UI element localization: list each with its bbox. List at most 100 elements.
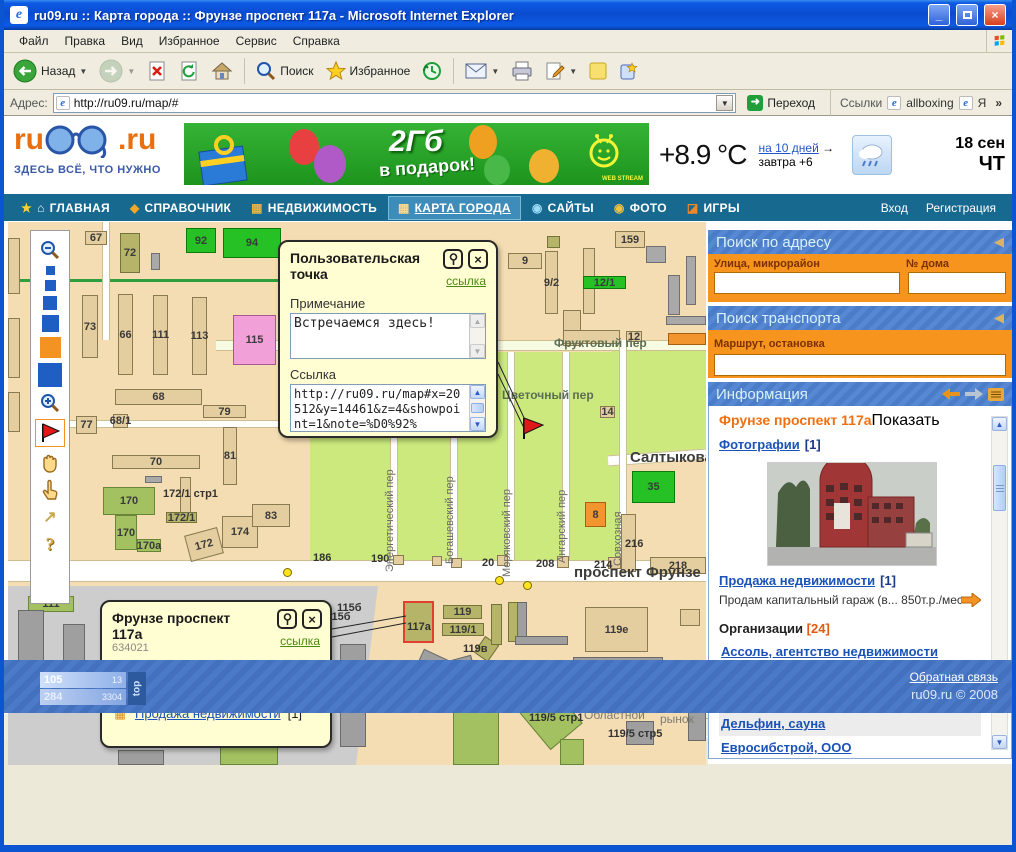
close-popup-button[interactable]: ×: [468, 249, 488, 269]
links-overflow[interactable]: »: [991, 96, 1006, 110]
go-button[interactable]: ➜ Переход: [741, 93, 821, 113]
help-tool[interactable]: ?: [38, 533, 62, 555]
favorites-button[interactable]: Избранное: [321, 58, 416, 84]
maximize-button[interactable]: [956, 4, 978, 26]
search-button[interactable]: Поиск: [251, 58, 318, 84]
nav-item[interactable]: ◉ФОТО: [605, 197, 676, 219]
nav-item[interactable]: ◉САЙТЫ: [523, 197, 603, 219]
window-titlebar[interactable]: e ru09.ru :: Карта города :: Фрунзе прос…: [4, 0, 1012, 30]
route-input[interactable]: [714, 354, 1006, 376]
mail-button[interactable]: ▼: [460, 60, 504, 82]
show-on-map-link[interactable]: Показать: [872, 412, 940, 429]
pin-popup-button[interactable]: [443, 249, 463, 269]
address-search-header[interactable]: Поиск по адресу ◀: [708, 230, 1012, 254]
map-building: 68: [115, 389, 202, 405]
list-icon[interactable]: [988, 388, 1004, 401]
realty-link[interactable]: Продажа недвижимости: [719, 573, 875, 588]
address-input[interactable]: e http://ru09.ru/map/# ▼: [53, 93, 737, 113]
nav-item[interactable]: ▦КАРТА ГОРОДА: [388, 196, 521, 220]
photos-link[interactable]: Фотографии: [719, 437, 800, 452]
org-link[interactable]: Дельфин, сауна: [721, 716, 825, 731]
links-ya[interactable]: Я: [978, 96, 987, 110]
zoom-level-4[interactable]: [42, 315, 59, 332]
feedback-link[interactable]: Обратная связь: [910, 670, 998, 684]
counter-logo[interactable]: top: [128, 672, 146, 705]
close-popup-button[interactable]: ×: [302, 609, 322, 629]
menu-view[interactable]: Вид: [114, 32, 150, 50]
popup-permalink[interactable]: ссылка: [280, 634, 320, 648]
stop-button[interactable]: [142, 58, 172, 84]
map-point-dot: [523, 581, 532, 590]
orgs-count: [24]: [807, 621, 830, 636]
nav-item[interactable]: ★⌂ГЛАВНАЯ: [12, 197, 119, 219]
forecast-link[interactable]: на 10 дней: [758, 141, 818, 155]
org-link[interactable]: Евросибстрой, ООО: [721, 740, 851, 755]
zoom-level-1[interactable]: [46, 266, 55, 275]
close-button[interactable]: ×: [984, 4, 1006, 26]
auth-link[interactable]: Регистрация: [926, 201, 996, 215]
scroll-up-button[interactable]: ▲: [992, 417, 1007, 431]
menu-edit[interactable]: Правка: [58, 32, 113, 50]
back-button[interactable]: Назад▼: [8, 56, 92, 86]
messenger-button[interactable]: [614, 58, 644, 84]
zoom-level-3[interactable]: [43, 296, 57, 310]
house-field-label: № дома: [906, 258, 1006, 270]
add-point-tool-selected[interactable]: [35, 419, 65, 447]
pan-hand-tool[interactable]: [38, 452, 62, 474]
url-textarea[interactable]: http://ru09.ru/map#x=20512&y=14461&z=4&s…: [290, 384, 486, 432]
links-allboxing[interactable]: allboxing: [906, 96, 953, 110]
house-input[interactable]: [908, 272, 1006, 294]
popup-permalink[interactable]: ссылка: [446, 274, 486, 288]
zoom-level-5-current[interactable]: [40, 337, 61, 358]
pin-popup-button[interactable]: [277, 609, 297, 629]
share-arrow-tool[interactable]: ↗: [38, 506, 62, 528]
hit-counter[interactable]: 10513 2843304: [40, 672, 126, 706]
transport-search-header[interactable]: Поиск транспорта ◀: [708, 306, 1012, 330]
transport-search-panel: Маршрут, остановка: [708, 330, 1012, 378]
history-button[interactable]: [417, 58, 447, 84]
address-dropdown-button[interactable]: ▼: [716, 95, 733, 111]
map-building: 77: [76, 416, 97, 434]
note-textarea[interactable]: Встречаемся здесь! ▲▼: [290, 313, 486, 359]
collapse-arrow-icon[interactable]: ◀: [994, 234, 1004, 250]
scroll-thumb[interactable]: [993, 465, 1006, 511]
nav-item[interactable]: ◆СПРАВОЧНИК: [121, 197, 240, 219]
zoom-in-button[interactable]: [38, 392, 62, 414]
map-building: [8, 238, 20, 294]
refresh-button[interactable]: [174, 58, 204, 84]
nav-item[interactable]: ◪ИГРЫ: [678, 197, 749, 219]
org-link[interactable]: Ассоль, агентство недвижимости: [721, 644, 938, 659]
menu-favorites[interactable]: Избранное: [152, 32, 227, 50]
photo-icon: ◉: [614, 202, 625, 214]
pointer-hand-tool[interactable]: [38, 479, 62, 501]
street-input[interactable]: [714, 272, 900, 294]
edit-button[interactable]: ▼: [540, 58, 582, 84]
minimize-button[interactable]: _: [928, 4, 950, 26]
notes-button[interactable]: [584, 59, 612, 83]
collapse-arrow-icon[interactable]: ◀: [994, 310, 1004, 326]
zoom-out-button[interactable]: [38, 239, 62, 261]
links-label: Ссылки: [840, 96, 882, 110]
scroll-down-button[interactable]: ▼: [992, 735, 1007, 749]
zoom-level-2[interactable]: [45, 280, 56, 291]
menu-file[interactable]: Файл: [12, 32, 56, 50]
info-header[interactable]: Информация: [708, 382, 1012, 406]
browser-window: e ru09.ru :: Карта города :: Фрунзе прос…: [0, 0, 1016, 852]
nav-item-label: ИГРЫ: [704, 201, 740, 215]
menu-tools[interactable]: Сервис: [229, 32, 284, 50]
windows-logo-icon: [986, 30, 1012, 52]
menu-help[interactable]: Справка: [286, 32, 347, 50]
more-arrow-icon[interactable]: [961, 593, 981, 607]
home-button[interactable]: [206, 58, 238, 84]
forward-button[interactable]: ▼: [94, 56, 140, 86]
next-arrow-icon[interactable]: [965, 388, 983, 400]
object-photo[interactable]: [767, 462, 937, 566]
nav-item[interactable]: ▦НЕДВИЖИМОСТЬ: [242, 197, 386, 219]
edit-icon: [545, 61, 565, 81]
auth-link[interactable]: Вход: [881, 201, 908, 215]
print-button[interactable]: [506, 58, 538, 84]
site-logo[interactable]: ru .ru ЗДЕСЬ ВСЁ, ЧТО НУЖНО: [14, 122, 184, 176]
ad-banner[interactable]: 2Гб в подарок! WEB STREAM: [184, 123, 649, 185]
zoom-level-6[interactable]: [38, 363, 62, 387]
prev-arrow-icon[interactable]: [942, 388, 960, 400]
